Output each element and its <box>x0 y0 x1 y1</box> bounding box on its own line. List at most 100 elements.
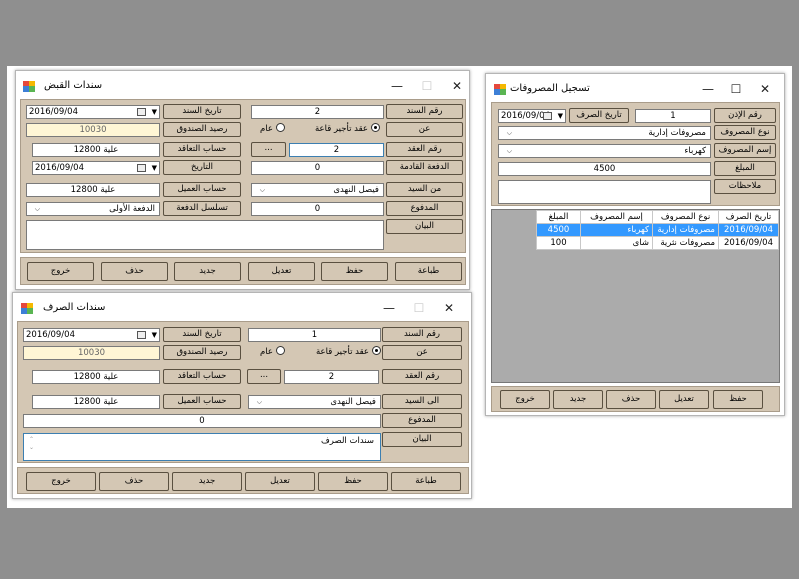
paid-label: المدفوع <box>382 413 462 428</box>
expense-type-combo[interactable]: مصروفات إدارية ⌵ <box>498 126 711 140</box>
dropdown-arrow-icon: ▼ <box>151 331 157 339</box>
table-row[interactable]: 2016/09/04 مصروفات إدارية كهرباء 4500 <box>536 223 779 237</box>
table-cell[interactable]: مصروفات نثرية <box>652 236 719 250</box>
contract-account-field: علية 12800 <box>32 143 160 157</box>
statement-text: سندات الصرف <box>320 436 374 446</box>
edit-button[interactable]: تعديل <box>659 390 709 409</box>
new-button[interactable]: جديد <box>553 390 603 409</box>
notes-label: ملاحظات <box>714 179 776 194</box>
maximize-icon: ☐ <box>421 79 433 93</box>
about-label: عن <box>386 122 463 137</box>
app-icon <box>23 81 35 92</box>
statement-field[interactable] <box>26 220 384 250</box>
contract-no-field[interactable]: 2 <box>289 143 384 157</box>
column-header[interactable]: المبلغ <box>536 210 581 224</box>
spend-date-picker[interactable]: 2016/09/04 ▼ <box>498 109 566 123</box>
contract-no-field[interactable]: 2 <box>284 370 379 384</box>
form-panel: رقم السند 2 تاريخ السند 2016/09/04 ▼ عن ع… <box>20 99 466 253</box>
paid-label: المدفوع <box>386 201 463 216</box>
new-button[interactable]: جديد <box>174 262 241 281</box>
column-header[interactable]: تاريخ الصرف <box>718 210 779 224</box>
radio-general-label: عام <box>260 124 273 134</box>
close-icon[interactable]: ✕ <box>435 297 463 319</box>
chevron-down-icon: ⌵ <box>256 398 262 406</box>
payment-seq-combo[interactable]: الدفعة الأولى ⌵ <box>26 202 160 216</box>
table-cell[interactable]: 100 <box>536 236 581 250</box>
table-cell[interactable]: 2016/09/04 <box>718 223 779 237</box>
delete-button[interactable]: حذف <box>101 262 168 281</box>
close-icon[interactable]: ✕ <box>443 75 471 97</box>
edit-button[interactable]: تعديل <box>245 472 315 491</box>
exit-button[interactable]: خروج <box>500 390 550 409</box>
radio-hall-contract[interactable]: عقد تأجير قاعة <box>315 122 380 136</box>
table-header-row: تاريخ الصرف نوع المصروف إسم المصروف المب… <box>536 210 779 224</box>
expenses-grid[interactable]: تاريخ الصرف نوع المصروف إسم المصروف المب… <box>491 209 780 383</box>
chevron-down-icon: ⌵ <box>506 129 512 137</box>
minimize-icon[interactable]: — <box>383 75 411 97</box>
contract-account-field: علية 12800 <box>32 370 160 384</box>
expense-name-combo[interactable]: كهرباء ⌵ <box>498 144 711 158</box>
minimize-icon[interactable]: — <box>375 297 403 319</box>
radio-hall-contract[interactable]: عقد تأجير قاعة <box>316 345 381 359</box>
save-button[interactable]: حفظ <box>321 262 388 281</box>
next-payment-field[interactable]: 0 <box>251 161 384 175</box>
radio-general[interactable]: عام <box>260 122 285 136</box>
maximize-icon[interactable]: ☐ <box>722 78 750 100</box>
button-panel: طباعة حفظ تعديل جديد حذف خروج <box>20 257 466 285</box>
notes-field[interactable] <box>498 180 711 204</box>
radio-general[interactable]: عام <box>260 345 285 359</box>
box-balance-field: 10030 <box>23 346 160 360</box>
save-button[interactable]: حفظ <box>318 472 388 491</box>
table-cell[interactable]: كهرباء <box>580 223 653 237</box>
amount-field[interactable]: 4500 <box>498 162 711 176</box>
close-icon[interactable]: ✕ <box>751 78 779 100</box>
app-icon <box>21 303 33 314</box>
title-bar: تسجيل المصروفات — ☐ ✕ <box>486 74 784 104</box>
print-button[interactable]: طباعة <box>395 262 462 281</box>
form-panel: رقم الإذن 1 تاريخ الصرف 2016/09/04 ▼ نوع … <box>491 102 780 206</box>
table-cell[interactable]: شاى <box>580 236 653 250</box>
chevron-down-icon: ⌵ <box>506 147 512 155</box>
exit-button[interactable]: خروج <box>27 262 94 281</box>
table-cell[interactable]: مصروفات إدارية <box>652 223 719 237</box>
from-combo[interactable]: فيصل النهدى ⌵ <box>251 183 384 197</box>
paid-field[interactable]: 0 <box>23 414 381 428</box>
table-row[interactable]: 2016/09/04 مصروفات نثرية شاى 100 <box>536 236 779 250</box>
print-button[interactable]: طباعة <box>391 472 461 491</box>
save-button[interactable]: حفظ <box>713 390 763 409</box>
table-cell[interactable]: 4500 <box>536 223 581 237</box>
statement-label: البيان <box>382 432 462 447</box>
browse-contract-button[interactable]: ... <box>247 369 281 384</box>
from-label: من السيد <box>386 182 463 197</box>
next-payment-label: الدفعة القادمة <box>386 160 463 175</box>
customer-account-field: علية 12800 <box>32 395 160 409</box>
payments-window: سندات الصرف — ☐ ✕ رقم السند 1 تاريخ السن… <box>12 292 472 499</box>
doc-date-picker[interactable]: 2016/09/04 ▼ <box>26 105 160 119</box>
radio-hall-label: عقد تأجير قاعة <box>316 347 369 357</box>
date-picker[interactable]: 2016/09/04 ▼ <box>32 161 160 175</box>
new-button[interactable]: جديد <box>172 472 242 491</box>
contract-no-label: رقم العقد <box>382 369 462 384</box>
permit-no-field[interactable]: 1 <box>635 109 711 123</box>
statement-label: البيان <box>386 219 463 234</box>
delete-button[interactable]: حذف <box>606 390 656 409</box>
doc-no-field[interactable]: 1 <box>248 328 381 342</box>
browse-contract-button[interactable]: ... <box>251 142 286 157</box>
calendar-icon <box>137 164 146 172</box>
receipts-window: سندات القبض — ☐ ✕ رقم السند 2 تاريخ السن… <box>15 70 470 290</box>
exit-button[interactable]: خروج <box>26 472 96 491</box>
table-cell[interactable]: 2016/09/04 <box>718 236 779 250</box>
radio-general-label: عام <box>260 347 273 357</box>
column-header[interactable]: إسم المصروف <box>580 210 653 224</box>
doc-date-picker[interactable]: 2016/09/04 ▼ <box>23 328 160 342</box>
edit-button[interactable]: تعديل <box>248 262 315 281</box>
to-combo[interactable]: فيصل النهدى ⌵ <box>248 395 381 409</box>
radio-selected-icon <box>370 123 380 132</box>
delete-button[interactable]: حذف <box>99 472 169 491</box>
statement-field[interactable]: سندات الصرف ⌃ ⌄ <box>23 433 381 461</box>
doc-no-field[interactable]: 2 <box>251 105 384 119</box>
column-header[interactable]: نوع المصروف <box>652 210 719 224</box>
paid-field[interactable]: 0 <box>251 202 384 216</box>
scrollbar[interactable]: ⌃ ⌄ <box>26 436 34 458</box>
minimize-icon[interactable]: — <box>694 78 722 100</box>
